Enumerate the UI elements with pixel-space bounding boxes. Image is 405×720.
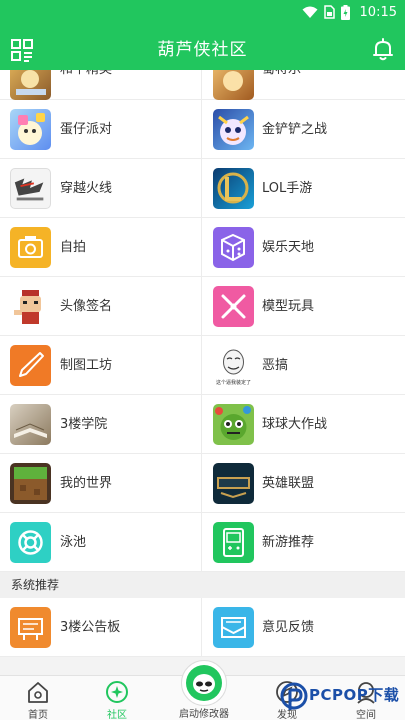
category-item[interactable]: 穿越火线	[0, 159, 202, 218]
community-icon	[106, 681, 128, 703]
launcher-icon	[186, 665, 222, 701]
category-item[interactable]: 自拍	[0, 218, 202, 277]
category-item[interactable]: 模型玩具	[202, 277, 405, 336]
category-item[interactable]: 娱乐天地	[202, 218, 405, 277]
home-icon	[28, 682, 48, 703]
watermark: PCPOP下载	[275, 678, 405, 720]
watermark-text: PCPOP下载	[309, 686, 400, 704]
sim-icon	[323, 5, 335, 19]
league-of-legends-game-icon	[213, 463, 254, 504]
app-header: 葫芦侠社区	[0, 24, 405, 76]
camera-icon	[10, 227, 51, 268]
category-item[interactable]: 泳池	[0, 513, 202, 572]
new-game-device-icon	[213, 522, 254, 563]
system-item-notice-board[interactable]: 3楼公告板	[0, 598, 202, 657]
category-item[interactable]: 3楼学院	[0, 395, 202, 454]
peace-elite-game-icon	[10, 70, 51, 100]
system-item-feedback[interactable]: 意见反馈	[202, 598, 405, 657]
category-item[interactable]: 英雄联盟	[202, 454, 405, 513]
eggy-party-game-icon	[10, 109, 51, 150]
meme-caption: 这个逼我装定了	[216, 379, 251, 386]
wifi-icon	[302, 6, 318, 18]
ball-battle-game-icon	[213, 404, 254, 445]
category-item[interactable]: 蜀将乐	[202, 70, 405, 100]
notice-board-icon	[10, 607, 51, 648]
status-time: 10:15	[359, 4, 397, 20]
battery-charging-icon	[340, 4, 350, 20]
nav-community[interactable]: 社区	[77, 676, 157, 720]
nav-home[interactable]: 首页	[0, 676, 78, 720]
category-item[interactable]: 制图工坊	[0, 336, 202, 395]
minecraft-game-icon	[10, 463, 51, 504]
golden-spatula-game-icon	[213, 109, 254, 150]
crossfire-game-icon	[10, 168, 51, 209]
game-icon	[213, 70, 254, 100]
section-header-system: 系统推荐	[0, 572, 405, 598]
page-title: 葫芦侠社区	[157, 40, 248, 60]
book-icon	[10, 404, 51, 445]
category-item[interactable]: LOL手游	[202, 159, 405, 218]
status-bar: 10:15	[0, 0, 405, 24]
feedback-mail-icon	[213, 607, 254, 648]
notification-button[interactable]	[371, 37, 395, 61]
category-item[interactable]: 头像签名	[0, 277, 202, 336]
model-toy-icon	[213, 286, 254, 327]
launcher-button[interactable]	[181, 660, 227, 706]
launcher-label: 启动修改器	[179, 709, 229, 720]
lifebuoy-icon	[10, 522, 51, 563]
bell-icon	[373, 38, 393, 61]
forum-category-list[interactable]: 和平精英 蜀将乐 蛋仔派对 金铲铲之战	[0, 70, 405, 675]
avatar-character-icon	[10, 286, 51, 327]
category-item[interactable]: 我的世界	[0, 454, 202, 513]
category-item[interactable]: 和平精英	[0, 70, 202, 100]
app-screen: 10:15 葫芦侠社区 和平精英	[0, 0, 405, 720]
category-item[interactable]: 蛋仔派对	[0, 100, 202, 159]
category-item[interactable]: 金铲铲之战	[202, 100, 405, 159]
category-item[interactable]: 球球大作战	[202, 395, 405, 454]
category-item[interactable]: 这个逼我装定了 恶搞	[202, 336, 405, 395]
dice-icon	[213, 227, 254, 268]
category-item[interactable]: 新游推荐	[202, 513, 405, 572]
meme-face-icon: 这个逼我装定了	[213, 345, 254, 386]
pen-icon	[10, 345, 51, 386]
watermark-logo-icon	[280, 682, 308, 710]
lol-game-icon	[213, 168, 254, 209]
